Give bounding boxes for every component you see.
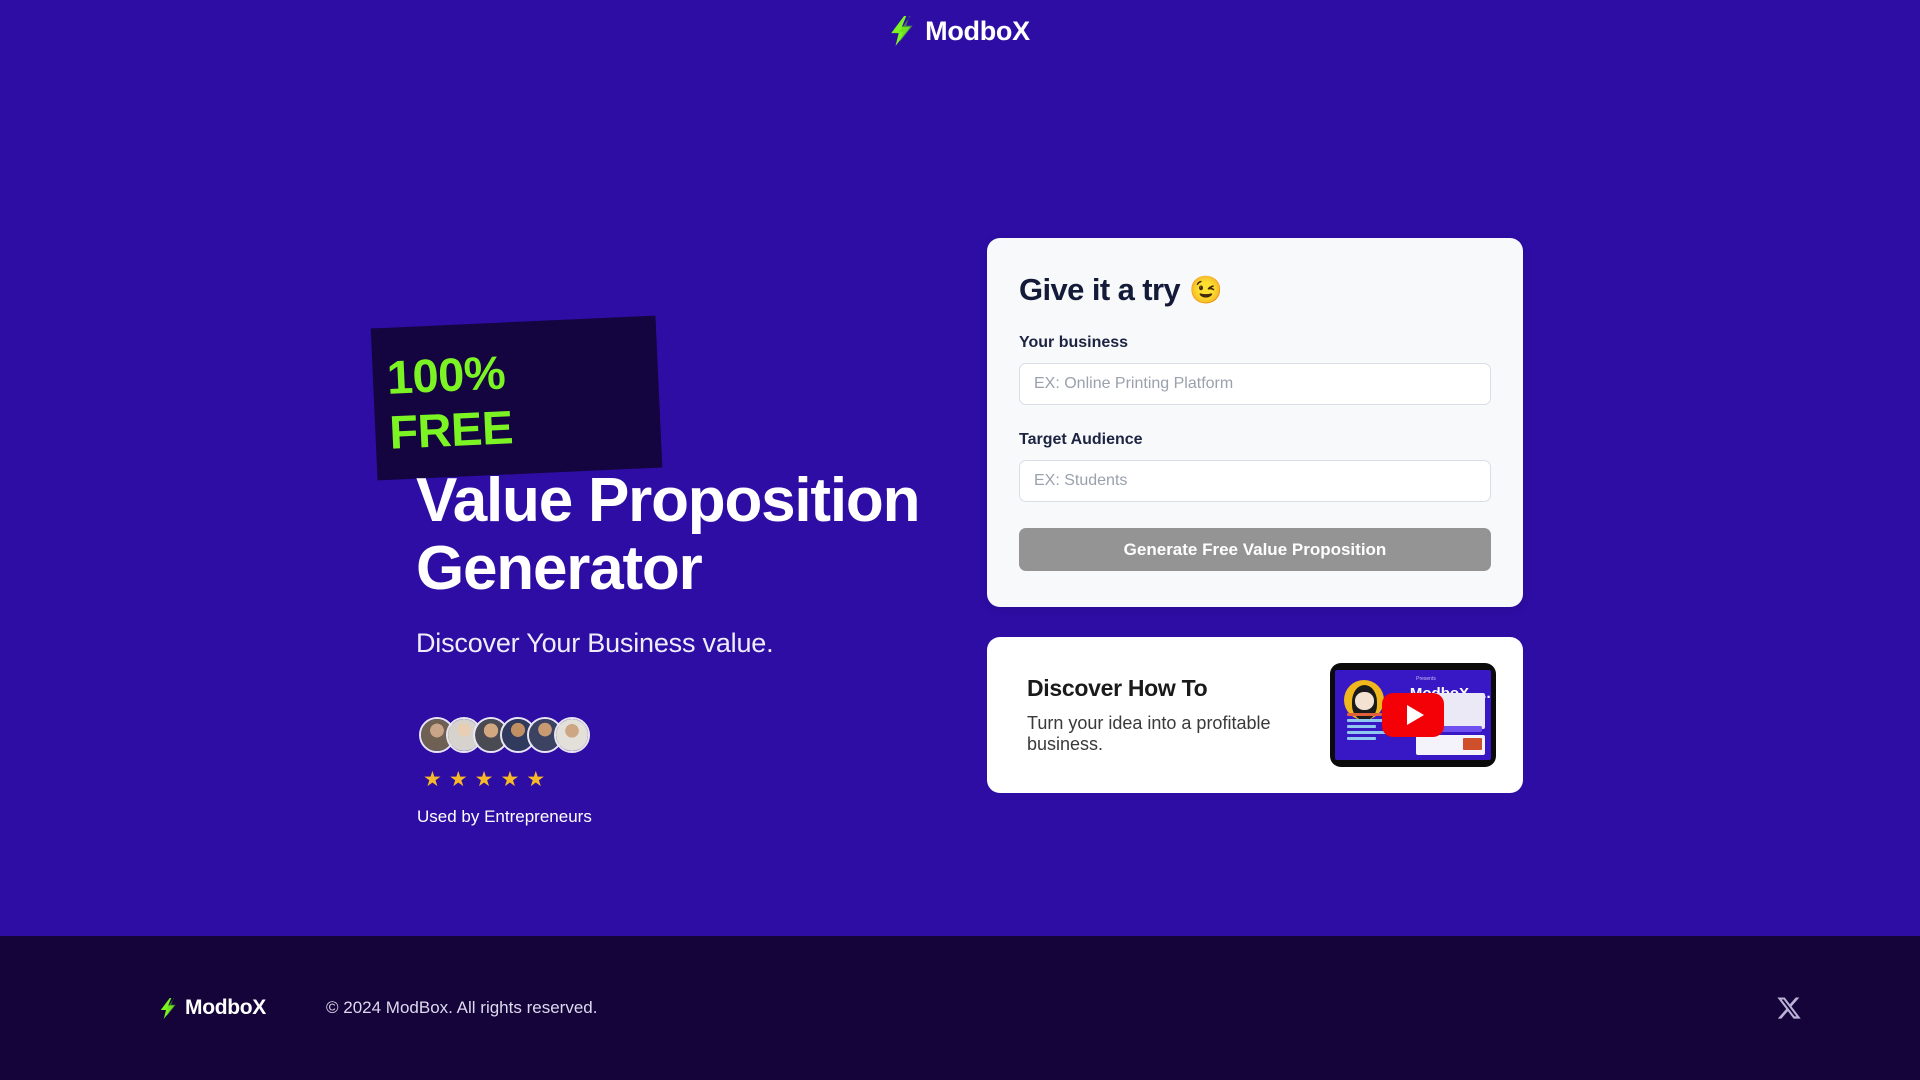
discover-how-to-card[interactable]: Discover How To Turn your idea into a pr… [987, 637, 1523, 793]
hero-left-column: 100% FREE Value Proposition Generator Di… [370, 242, 976, 827]
video-card-description: Turn your idea into a profitable busines… [1027, 713, 1271, 754]
x-twitter-icon[interactable] [1776, 995, 1802, 1021]
video-card-copy: Discover How To Turn your idea into a pr… [1009, 675, 1330, 755]
video-thumbnail[interactable]: Presents ModboX -... [1330, 663, 1496, 767]
hero-right-column: Give it a try 😉 Your business Target Aud… [987, 238, 1523, 793]
winking-face-icon: 😉 [1189, 275, 1223, 305]
video-card-title: Discover How To [1027, 675, 1208, 701]
site-footer: ModboX © 2024 ModBox. All rights reserve… [0, 936, 1920, 1080]
header-brand[interactable]: ModboX [890, 16, 1030, 47]
field-label-your-business: Your business [1019, 334, 1129, 351]
field-target-audience: Target Audience [1019, 431, 1491, 502]
youtube-play-icon[interactable] [1382, 693, 1444, 737]
form-card-title: Give it a try 😉 [1019, 272, 1491, 308]
lightning-bolt-icon [160, 997, 176, 1019]
generator-form-card: Give it a try 😉 Your business Target Aud… [987, 238, 1523, 607]
field-your-business: Your business [1019, 334, 1491, 405]
avatar-group [419, 717, 976, 754]
avatar [554, 717, 590, 754]
footer-brand-name: ModboX [185, 996, 267, 1019]
site-header: ModboX [0, 0, 1920, 62]
star-icon: ★ [448, 768, 468, 792]
header-brand-name: ModboX [925, 15, 1030, 46]
field-label-target-audience: Target Audience [1019, 431, 1143, 448]
free-badge-line-2: FREE [388, 400, 514, 460]
hero-subtitle: Discover Your Business value. [416, 628, 774, 659]
free-badge: 100% FREE [370, 315, 663, 481]
your-business-input[interactable] [1019, 363, 1491, 405]
star-icon: ★ [423, 768, 442, 792]
page-title: Value Proposition Generator [416, 466, 920, 603]
target-audience-input[interactable] [1019, 460, 1491, 502]
star-rating: ★ ★ ★ ★ ★ [423, 769, 976, 790]
social-proof: ★ ★ ★ ★ ★ Used by Entrepreneurs [416, 717, 976, 827]
footer-brand[interactable]: ModboX [160, 996, 266, 1020]
star-icon: ★ [474, 768, 494, 792]
thumbnail-kicker: Presents [1416, 676, 1436, 683]
footer-copyright: © 2024 ModBox. All rights reserved. [326, 998, 598, 1017]
star-icon: ★ [526, 768, 546, 792]
hero-section: 100% FREE Value Proposition Generator Di… [0, 62, 1920, 936]
generate-value-proposition-button[interactable]: Generate Free Value Proposition [1019, 528, 1491, 571]
star-icon: ★ [500, 768, 520, 792]
form-card-title-text: Give it a try [1019, 272, 1181, 307]
main-content: 100% FREE Value Proposition Generator Di… [0, 62, 1920, 936]
social-proof-label: Used by Entrepreneurs [417, 807, 592, 827]
thumbnail-filmstrip [1416, 734, 1485, 755]
lightning-bolt-icon [891, 16, 913, 46]
